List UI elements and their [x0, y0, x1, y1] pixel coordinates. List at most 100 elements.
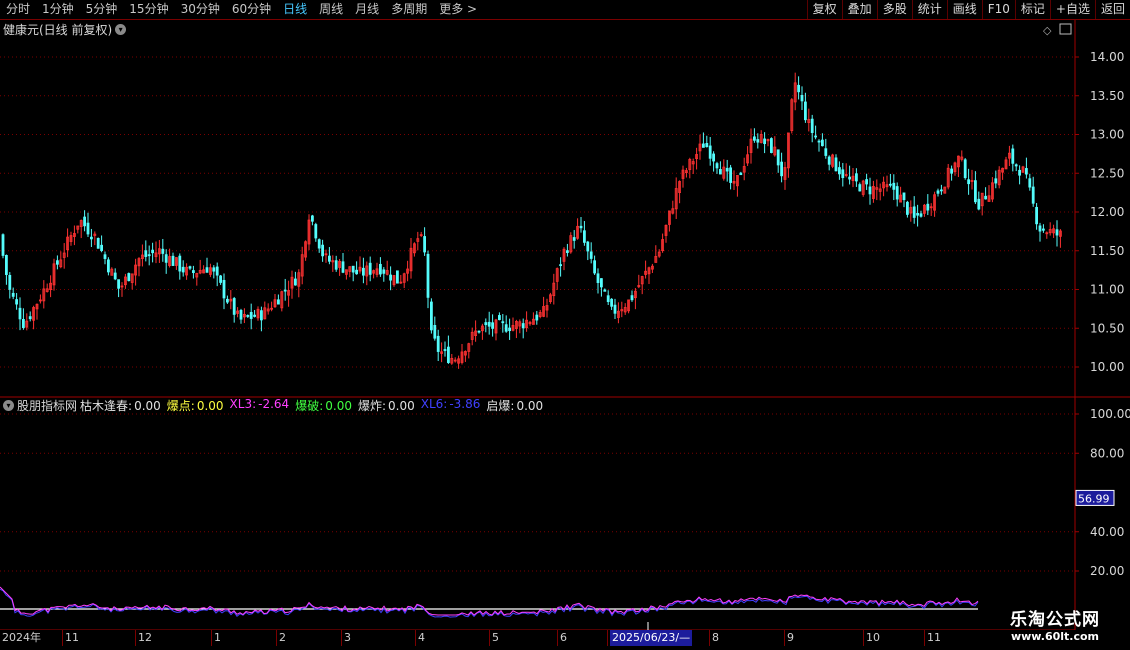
chart-title-row: 健康元(日线 前复权) ▾	[0, 20, 129, 38]
candle-body	[321, 244, 325, 257]
candle-body	[705, 143, 709, 148]
candle-body	[436, 335, 440, 352]
period-tab[interactable]: 15分钟	[123, 0, 174, 19]
candle-body	[215, 266, 219, 276]
period-tab[interactable]: 5分钟	[80, 0, 124, 19]
candle-body	[334, 260, 338, 270]
indicator-name[interactable]: 股朋指标网	[17, 397, 77, 414]
candle-body	[188, 266, 192, 269]
period-tab[interactable]: 更多 >	[433, 0, 483, 19]
candle-body	[1042, 228, 1045, 231]
period-tab[interactable]: 周线	[313, 0, 349, 19]
candle-body	[151, 249, 155, 254]
toolbar-button[interactable]: +自选	[1049, 0, 1095, 19]
x-axis-label: 12	[138, 631, 152, 644]
period-tab[interactable]: 30分钟	[175, 0, 226, 19]
candle-body	[341, 261, 345, 273]
candle-body	[378, 263, 382, 275]
chart-area[interactable]: 14.00 13.50 13.00 12.50 12.00 11.50 11.00 10.50…	[0, 20, 1130, 630]
candle-body	[572, 237, 576, 241]
candle-body	[797, 84, 800, 93]
toolbar-button[interactable]: 复权	[806, 0, 842, 19]
candle-body	[702, 143, 705, 148]
indicator-item: XL6: -3.86	[421, 397, 484, 414]
candle-body	[368, 262, 372, 275]
toolbar-button[interactable]: 叠加	[841, 0, 877, 19]
indicator-item: XL3: -2.64	[230, 397, 293, 414]
period-tab[interactable]: 分时	[0, 0, 36, 19]
toolbar-button[interactable]: 多股	[876, 0, 912, 19]
x-axis-label: 11	[927, 631, 941, 644]
price-axis-label: 13.50	[1090, 89, 1124, 103]
x-axis-label: 3	[344, 631, 351, 644]
period-tab[interactable]: 月线	[349, 0, 385, 19]
period-tabs: 分时 1分钟 5分钟 15分钟 30分钟 60分钟 日线 周线 月线 多周期 更多 >	[0, 0, 483, 19]
x-axis-label: 2024年	[2, 631, 41, 644]
candle-body	[810, 118, 814, 133]
x-axis-label: 4	[418, 631, 425, 644]
candle-body	[171, 255, 175, 266]
candle-body	[310, 215, 314, 222]
candle-body	[501, 321, 505, 324]
x-axis-label: 2	[279, 631, 286, 644]
candle-body	[814, 135, 817, 138]
candle-body	[327, 255, 331, 262]
candle-body	[838, 167, 841, 175]
candle-body	[426, 253, 430, 298]
watermark-title: 乐淘公式网	[1010, 610, 1100, 630]
candle-body	[314, 224, 318, 239]
chevron-down-icon[interactable]: ▾	[3, 399, 14, 411]
candle-body	[586, 241, 590, 252]
candle-body	[205, 267, 209, 273]
candle-body	[1038, 225, 1042, 232]
candle-body	[895, 186, 899, 200]
candle-body	[712, 153, 715, 162]
candle-body	[18, 307, 22, 320]
candle-body	[382, 269, 386, 274]
chevron-down-icon[interactable]: ▾	[115, 23, 127, 35]
toolbar-buttons: 复权 叠加 多股 统计 画线 F10 标记 +自选 返回	[806, 0, 1130, 19]
candle-body	[593, 260, 596, 274]
indicator-item-value: -3.86	[449, 396, 481, 411]
x-axis-tick	[341, 630, 342, 646]
candle-body	[610, 298, 613, 307]
candle-body	[504, 324, 508, 332]
candle-body	[90, 236, 93, 240]
period-tab[interactable]: 60分钟	[226, 0, 277, 19]
candle-body	[508, 327, 512, 332]
price-axis-label: 12.00	[1090, 205, 1124, 219]
price-axis-label: 12.50	[1090, 166, 1124, 180]
candle-body	[1055, 229, 1059, 236]
candle-body	[276, 299, 280, 305]
candle-body	[725, 167, 729, 172]
period-tab[interactable]: 日线	[277, 0, 313, 19]
period-tab[interactable]: 多周期	[385, 0, 433, 19]
candle-body	[317, 239, 321, 249]
candle-body	[596, 273, 600, 283]
candle-body	[181, 266, 185, 273]
candle-body	[484, 322, 488, 326]
candle-body	[232, 298, 236, 315]
toolbar-button[interactable]: F10	[981, 0, 1015, 19]
toolbar-button[interactable]: 标记	[1014, 0, 1050, 19]
period-tab[interactable]: 1分钟	[36, 0, 80, 19]
toolbar-button[interactable]: 画线	[946, 0, 982, 19]
toolbar-button[interactable]: 返回	[1094, 0, 1130, 19]
x-axis-tick	[62, 630, 63, 646]
x-axis-tick	[924, 630, 925, 646]
candle-body	[770, 138, 773, 153]
candle-body	[559, 264, 562, 267]
toolbar-button[interactable]: 统计	[911, 0, 947, 19]
indicator-axis-label: 20.00	[1090, 564, 1124, 578]
candle-body	[222, 279, 226, 299]
x-axis-label: 11	[65, 631, 79, 644]
candle-body	[804, 101, 807, 121]
x-axis-label: 8	[712, 631, 719, 644]
price-axis-label: 14.00	[1090, 50, 1124, 64]
indicator-item: 启爆: 0.00	[486, 397, 546, 414]
candle-body	[477, 330, 481, 333]
candle-body	[103, 254, 107, 259]
candle-body	[144, 250, 148, 257]
x-axis-label: 6	[560, 631, 567, 644]
candle-body	[5, 254, 8, 275]
